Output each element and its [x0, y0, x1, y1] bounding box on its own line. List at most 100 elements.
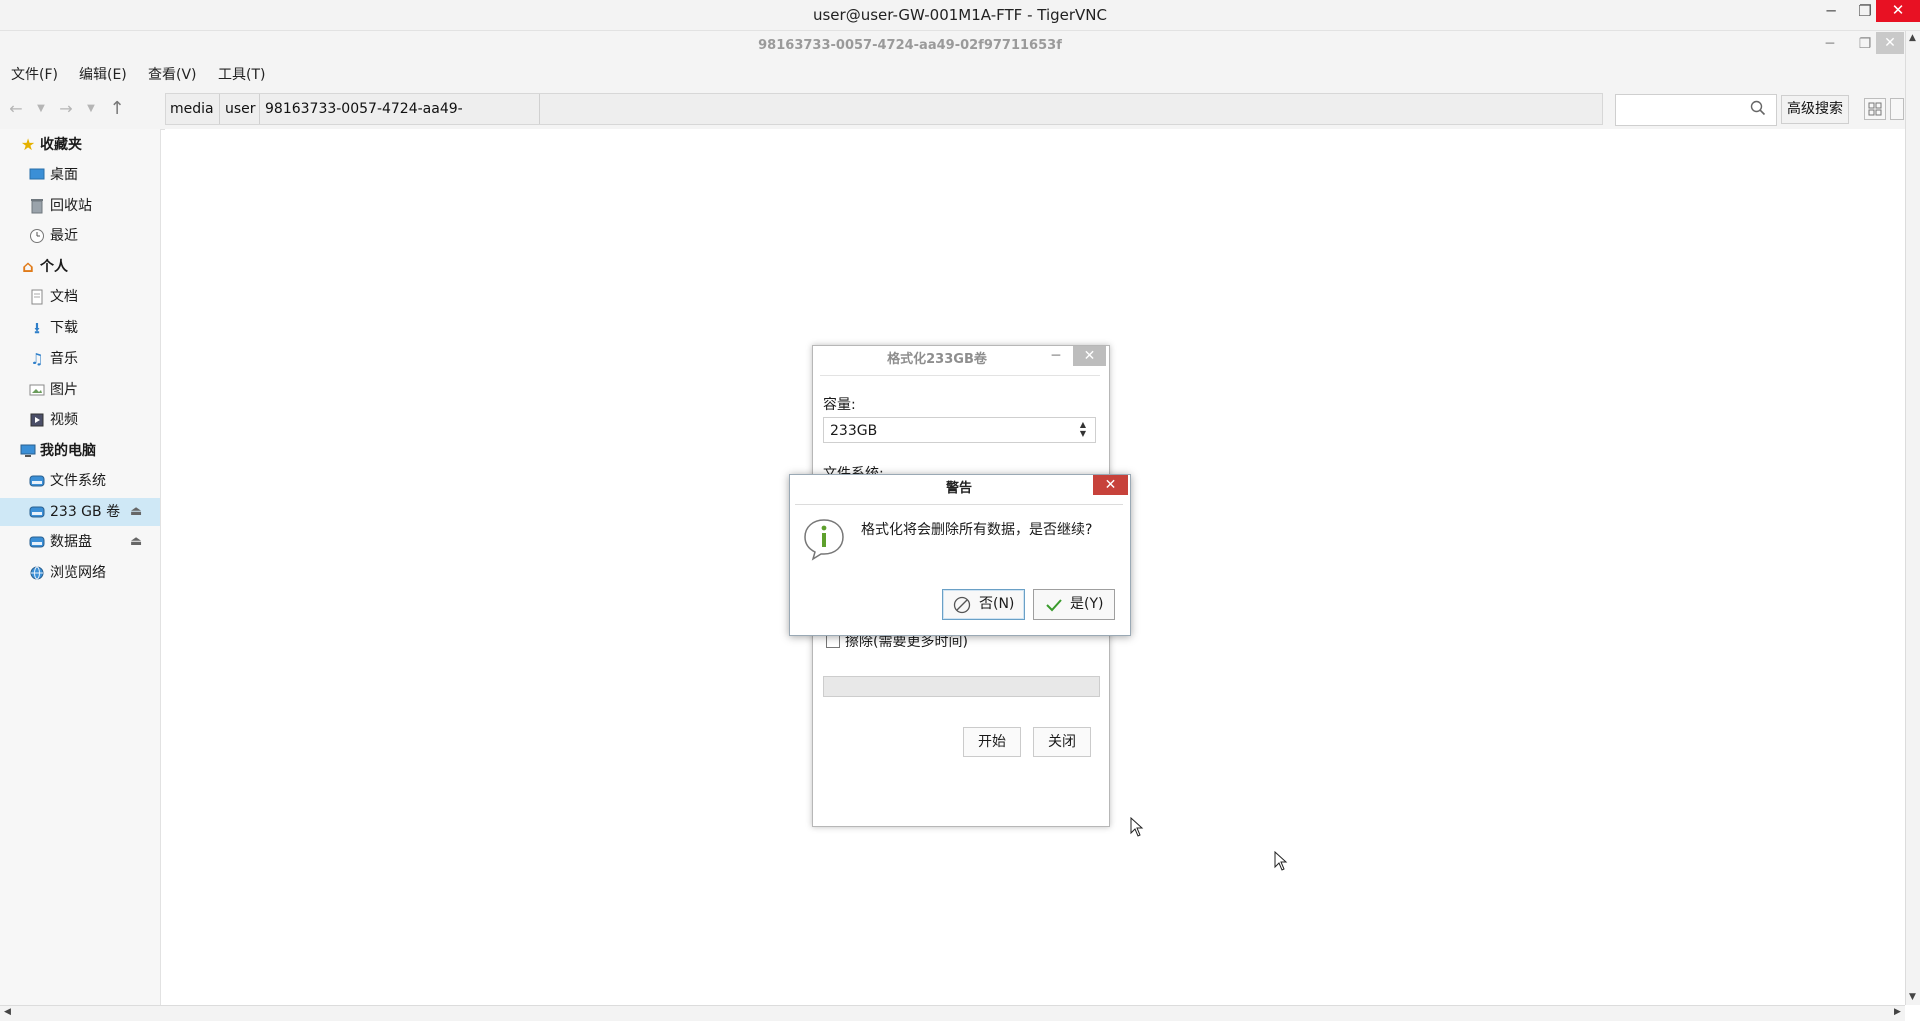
yes-button-label: 是(Y) — [1070, 596, 1104, 612]
sidebar-item-videos[interactable]: 视频 — [0, 406, 160, 434]
sidebar-header-computer[interactable]: 我的电脑 — [0, 437, 160, 465]
sidebar-header-label: 个人 — [40, 259, 68, 275]
back-dropdown-icon[interactable]: ▼ — [34, 98, 48, 120]
format-dialog-close-button[interactable]: ✕ — [1073, 346, 1106, 366]
grid-view-icon — [1868, 102, 1882, 116]
sidebar-header-favorites[interactable]: ★ 收藏夹 — [0, 131, 160, 159]
close-button[interactable]: 关闭 — [1033, 727, 1091, 757]
breadcrumb-user[interactable]: user — [220, 94, 260, 124]
sidebar-item-label: 文件系统 — [50, 473, 106, 489]
info-icon — [804, 519, 844, 561]
warning-close-button[interactable]: ✕ — [1093, 475, 1128, 495]
scroll-up-icon[interactable]: ▲ — [1905, 31, 1920, 46]
trash-icon — [29, 198, 45, 214]
no-button[interactable]: 否(N) — [942, 589, 1025, 620]
divider — [795, 504, 1123, 505]
menu-file[interactable]: 文件(F) — [11, 61, 58, 89]
clock-icon — [29, 228, 45, 244]
divider — [820, 375, 1100, 376]
drive-icon — [29, 504, 45, 520]
spin-arrows-icon[interactable]: ▲ ▼ — [1076, 420, 1090, 440]
window-close-button[interactable]: ✕ — [1876, 32, 1904, 54]
window-title: 98163733-0057-4724-aa49-02f97711653f — [758, 38, 1062, 53]
sidebar-item-label: 最近 — [50, 228, 78, 244]
forward-arrow-icon[interactable]: → — [58, 98, 74, 120]
vnc-minimize-button[interactable]: ─ — [1813, 0, 1849, 24]
erase-checkbox[interactable] — [826, 634, 840, 648]
breadcrumb-folder[interactable]: 98163733-0057-4724-aa49-02f97711653f — [260, 94, 540, 147]
sidebar-header-label: 我的电脑 — [40, 443, 96, 459]
up-arrow-icon[interactable]: ↑ — [108, 98, 126, 120]
sidebar-item-label: 下载 — [50, 320, 78, 336]
warning-message: 格式化将会删除所有数据，是否继续? — [861, 522, 1093, 538]
breadcrumb-media[interactable]: media — [165, 94, 220, 124]
sidebar-item-documents[interactable]: 文档 — [0, 283, 160, 311]
advanced-search-button[interactable]: 高级搜索 — [1781, 95, 1849, 124]
menubar — [0, 61, 1905, 89]
vnc-close-button[interactable]: ✕ — [1876, 0, 1920, 22]
scroll-down-icon[interactable]: ▼ — [1905, 990, 1920, 1005]
sidebar-item-label: 233 GB 卷 — [50, 504, 121, 520]
computer-icon — [20, 443, 36, 459]
sidebar-item-label: 图片 — [50, 382, 78, 398]
vertical-scrollbar[interactable] — [1905, 31, 1920, 1005]
menu-edit[interactable]: 编辑(E) — [79, 61, 127, 89]
capacity-label: 容量: — [823, 397, 856, 413]
sidebar-item-pictures[interactable]: 图片 — [0, 376, 160, 404]
desktop-icon — [29, 167, 45, 183]
sidebar-item-network[interactable]: 浏览网络 — [0, 559, 160, 587]
scroll-left-icon[interactable]: ◀ — [0, 1005, 15, 1020]
capacity-select[interactable]: 233GB — [823, 417, 1096, 443]
video-icon — [29, 412, 45, 428]
sidebar-item-trash[interactable]: 回收站 — [0, 192, 160, 220]
sidebar-item-music[interactable]: ♫ 音乐 — [0, 345, 160, 373]
sidebar-item-filesystem[interactable]: 文件系统 — [0, 467, 160, 495]
format-dialog-minimize-button[interactable]: ─ — [1044, 346, 1068, 368]
cancel-circle-icon — [953, 596, 971, 614]
icon-view-button[interactable] — [1864, 98, 1886, 120]
list-view-button[interactable] — [1890, 98, 1904, 120]
sidebar-item-downloads[interactable]: ⭳ 下载 — [0, 314, 160, 342]
format-progress-bar — [823, 676, 1100, 697]
sidebar-item-label: 视频 — [50, 412, 78, 428]
sidebar-item-label: 桌面 — [50, 167, 78, 183]
back-arrow-icon[interactable]: ← — [8, 98, 24, 120]
sidebar-header-label: 收藏夹 — [40, 137, 82, 153]
menu-tools[interactable]: 工具(T) — [218, 61, 265, 89]
sidebar-item-233gb-volume[interactable]: 233 GB 卷 ⏏ — [0, 498, 160, 526]
format-dialog-title: 格式化233GB卷 — [887, 352, 987, 367]
eject-icon[interactable]: ⏏ — [130, 498, 142, 526]
start-button[interactable]: 开始 — [963, 727, 1021, 757]
scroll-right-icon[interactable]: ▶ — [1890, 1005, 1905, 1020]
warning-dialog-title: 警告 — [945, 481, 972, 496]
home-icon: ⌂ — [22, 257, 34, 276]
eject-icon[interactable]: ⏏ — [130, 528, 142, 556]
document-icon — [29, 289, 45, 305]
menu-view[interactable]: 查看(V) — [148, 61, 197, 89]
mouse-cursor-icon — [1274, 851, 1288, 871]
network-icon — [29, 565, 45, 581]
sidebar-item-label: 数据盘 — [50, 534, 92, 550]
no-button-label: 否(N) — [979, 596, 1015, 612]
forward-dropdown-icon[interactable]: ▼ — [84, 98, 98, 120]
vnc-title: user@user-GW-001M1A-FTF - TigerVNC — [812, 6, 1107, 24]
sidebar-item-label: 音乐 — [50, 351, 78, 367]
mouse-cursor-icon — [1130, 817, 1144, 837]
window-minimize-button[interactable]: ─ — [1815, 32, 1845, 56]
music-icon: ♫ — [30, 350, 44, 368]
star-icon: ★ — [20, 135, 36, 154]
download-icon: ⭳ — [34, 319, 40, 337]
sidebar-item-desktop[interactable]: 桌面 — [0, 161, 160, 189]
sidebar-header-personal[interactable]: ⌂ 个人 — [0, 253, 160, 281]
search-icon — [1750, 100, 1766, 116]
sidebar-item-label: 浏览网络 — [50, 565, 106, 581]
sidebar-item-recent[interactable]: 最近 — [0, 222, 160, 250]
drive-icon — [29, 534, 45, 550]
sidebar-item-label: 回收站 — [50, 198, 92, 214]
horizontal-scrollbar[interactable] — [0, 1005, 1905, 1021]
drive-icon — [29, 473, 45, 489]
sidebar-item-data-disk[interactable]: 数据盘 ⏏ — [0, 528, 160, 556]
yes-button[interactable]: 是(Y) — [1033, 589, 1115, 620]
sidebar-item-label: 文档 — [50, 289, 78, 305]
checkmark-icon — [1046, 599, 1062, 612]
